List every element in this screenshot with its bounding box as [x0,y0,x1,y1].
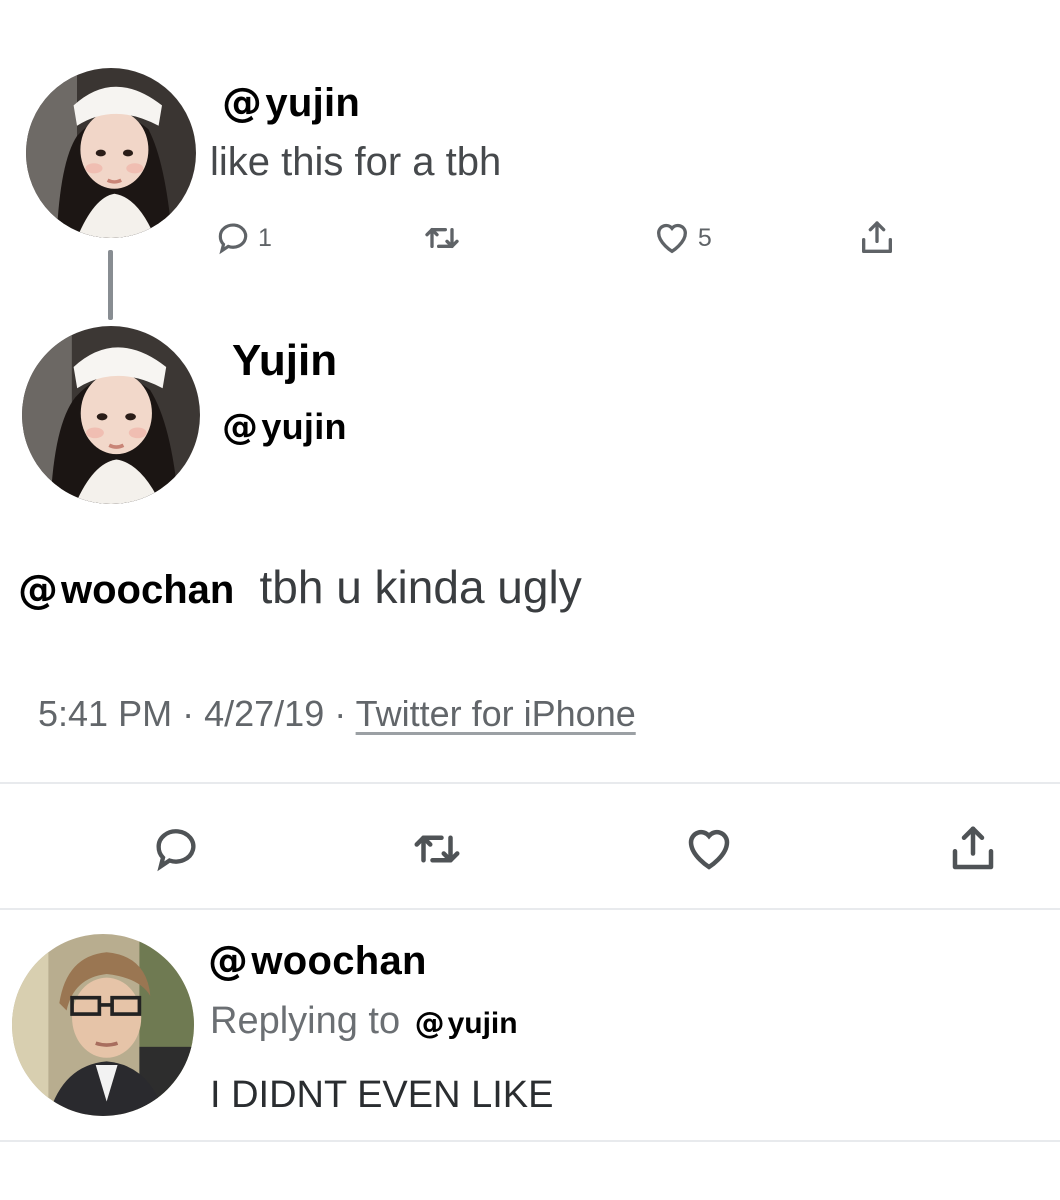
tweet-meta: 5:41 PM · 4/27/19 · Twitter for iPhone [38,693,636,735]
retweet-icon [425,228,459,248]
retweet-icon [414,835,460,863]
tweet-date: 4/27/19 [204,693,325,734]
main-tweet-handle[interactable]: @yujin [222,406,347,448]
reply-count: 1 [258,223,272,252]
main-tweet-body: @woochan tbh u kinda ugly [18,560,582,614]
first-tweet-text: like this for a tbh [210,140,502,184]
replying-to-label: Replying to [210,1000,401,1042]
reply-icon [156,829,196,872]
replying-to-handle[interactable]: @ yujin [414,1006,518,1041]
avatar-yujin-image [26,68,196,238]
threads-at-icon: @ [208,938,249,984]
threads-at-icon: @ [222,407,259,448]
replying-to-handle-text: yujin [447,1007,518,1040]
avatar-woochan[interactable] [12,934,194,1116]
threads-at-icon: @ [222,80,263,126]
threads-at-icon: @ [18,567,58,613]
divider [0,908,1060,910]
main-tweet-actions [150,822,1000,876]
reply-text: I DIDNT EVEN LIKE [210,1074,554,1116]
share-icon [861,221,892,253]
main-tweet-text: tbh u kinda ugly [259,561,582,613]
divider [0,782,1060,784]
avatar-yujin[interactable] [26,68,196,238]
main-tweet-handle-text: yujin [261,406,347,447]
tweet-time: 5:41 PM [38,693,173,734]
replying-to: Replying to @ yujin [210,1000,518,1043]
meta-separator: · [334,693,347,734]
first-tweet-handle-text: yujin [265,81,361,125]
like-icon [688,829,730,870]
like-action[interactable]: 5 [652,218,712,258]
avatar-yujin-main-image [22,326,200,504]
retweet-action[interactable] [410,822,464,876]
like-count: 5 [697,223,712,252]
reply-action[interactable] [150,823,202,875]
reply-handle[interactable]: @woochan [208,938,427,984]
reply-icon [218,223,248,255]
meta-separator: · [182,693,195,734]
share-icon [952,826,994,870]
mention-handle: woochan [61,568,235,612]
retweet-action[interactable] [422,218,462,258]
first-tweet-handle[interactable]: @yujin [222,80,360,126]
threads-at-icon: @ [414,1006,445,1041]
like-action[interactable] [682,822,736,876]
first-tweet-actions: 1 5 [214,218,897,258]
divider [0,1140,1060,1142]
share-action[interactable] [946,822,1000,876]
mention-link[interactable]: @woochan [18,567,245,613]
reply-handle-text: woochan [251,939,427,983]
avatar-woochan-image [12,934,194,1116]
thread-connector-line [108,250,113,320]
reply-action[interactable]: 1 [214,219,272,257]
avatar-yujin-main[interactable] [22,326,200,504]
share-action[interactable] [857,218,897,258]
tweet-source-link[interactable]: Twitter for iPhone [356,693,636,734]
like-icon [656,223,687,254]
main-tweet-display-name[interactable]: Yujin [232,336,337,386]
